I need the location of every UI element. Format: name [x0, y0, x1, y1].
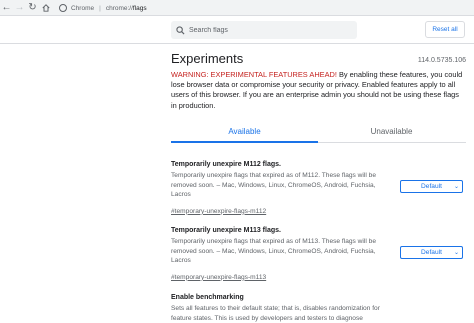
search-box[interactable] [171, 21, 357, 39]
reload-icon: ↻ [28, 2, 37, 13]
forward-arrow-icon: → [14, 2, 25, 13]
tab-available[interactable]: Available [171, 122, 318, 143]
url-path: flags [132, 4, 147, 12]
reset-all-button[interactable]: Reset all [425, 21, 465, 38]
flag-select-value: Default [421, 183, 442, 190]
flag-link[interactable]: #temporary-unexpire-flags-m112 [171, 208, 266, 215]
tab-unavailable[interactable]: Unavailable [318, 122, 465, 142]
chevron-down-icon: ⌄ [453, 184, 459, 190]
tab-bar: Available Unavailable [171, 122, 466, 143]
title-row: Experiments 114.0.5735.106 [171, 44, 466, 66]
tab-label: Chrome [71, 4, 95, 12]
flag-description: Sets all features to their default state… [171, 305, 380, 322]
flag-title: Temporarily unexpire M112 flags. [171, 161, 281, 168]
forward-button[interactable]: → [13, 1, 26, 15]
flag-link[interactable]: #temporary-unexpire-flags-m113 [171, 274, 266, 281]
search-icon [176, 25, 185, 35]
chrome-icon [59, 4, 67, 12]
flag-item-m113: Temporarily unexpire M113 flags. Tempora… [171, 227, 466, 284]
browser-toolbar: ← → ↻ Chrome | chrome:// flags [0, 0, 474, 16]
flag-description: Temporarily unexpire flags that expired … [171, 172, 376, 199]
back-button[interactable]: ← [0, 1, 13, 15]
url-separator: | [99, 4, 101, 12]
home-icon [41, 3, 50, 12]
address-bar[interactable]: Chrome | chrome:// flags [55, 1, 474, 15]
back-arrow-icon: ← [1, 2, 12, 13]
flag-item-benchmarking: Enable benchmarking Sets all features to… [171, 294, 466, 323]
home-button[interactable] [39, 1, 52, 15]
flags-header: Reset all [0, 16, 474, 44]
flag-select-m112[interactable]: Default ⌄ [400, 180, 463, 193]
flag-select-m113[interactable]: Default ⌄ [400, 246, 463, 259]
chevron-down-icon: ⌄ [453, 250, 459, 256]
flag-description: Temporarily unexpire flags that expired … [171, 238, 376, 265]
search-input[interactable] [189, 26, 349, 34]
flag-title: Enable benchmarking [171, 294, 244, 301]
flag-title: Temporarily unexpire M113 flags. [171, 227, 281, 234]
flag-item-m112: Temporarily unexpire M112 flags. Tempora… [171, 161, 466, 218]
experiments-content: Experiments 114.0.5735.106 WARNING: EXPE… [171, 44, 466, 322]
version-label: 114.0.5735.106 [417, 57, 466, 64]
reload-button[interactable]: ↻ [26, 1, 39, 15]
warning-text: WARNING: EXPERIMENTAL FEATURES AHEAD! By… [171, 70, 466, 111]
flag-select-value: Default [421, 249, 442, 256]
page-title: Experiments [171, 51, 244, 66]
warning-prefix: WARNING: EXPERIMENTAL FEATURES AHEAD! [171, 70, 337, 79]
url-scheme: chrome:// [105, 4, 133, 12]
